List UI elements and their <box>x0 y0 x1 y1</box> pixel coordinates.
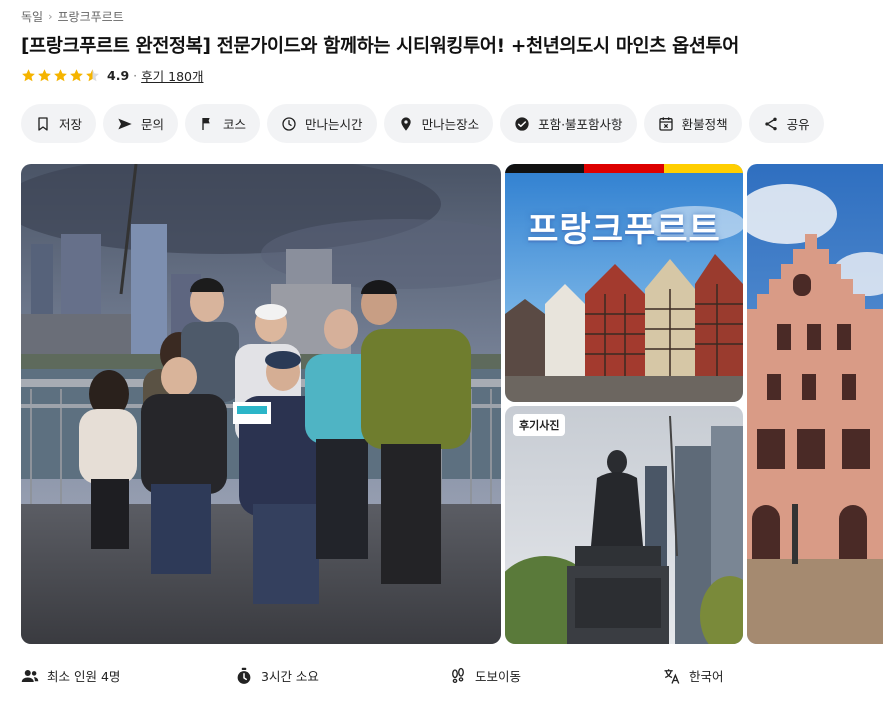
separator: · <box>133 68 138 83</box>
people-icon <box>21 667 39 685</box>
review-photo-badge: 후기사진 <box>513 414 566 436</box>
info-label: 한국어 <box>689 669 724 684</box>
language: 한국어 <box>663 666 724 685</box>
min-participants: 최소 인원 4명 <box>21 666 120 685</box>
review-count-link[interactable]: 후기 180개 <box>141 66 203 85</box>
save-button[interactable]: 저장 <box>21 104 97 143</box>
chip-label: 코스 <box>223 117 247 132</box>
romer-building-photo[interactable] <box>747 164 883 644</box>
share-icon <box>763 116 779 132</box>
frankfurt-banner-photo[interactable]: 프랑크푸르트 <box>505 164 743 402</box>
chip-label: 포함·불포함사항 <box>538 117 623 132</box>
banner-text: 프랑크푸르트 <box>527 210 721 250</box>
flag-stripe-black <box>505 164 584 173</box>
rating-summary: 4.9 · 후기 180개 <box>21 66 203 85</box>
chip-label: 저장 <box>59 117 83 132</box>
star-icon <box>37 68 52 83</box>
stopwatch-icon <box>235 667 253 685</box>
chip-label: 문의 <box>141 117 165 132</box>
rating-value: 4.9 <box>107 68 130 83</box>
info-label: 최소 인원 4명 <box>47 669 121 684</box>
share-button[interactable]: 공유 <box>748 104 824 143</box>
meeting-place-button[interactable]: 만나는장소 <box>383 104 494 143</box>
star-icon <box>69 68 84 83</box>
clock-icon <box>281 116 297 132</box>
breadcrumb-city[interactable]: 프랑크푸르트 <box>58 8 124 25</box>
review-photo-statue[interactable]: 후기사진 <box>505 406 743 644</box>
page-title: [프랑크푸르트 완전정복] 전문가이드와 함께하는 시티워킹투어! +천년의도시… <box>21 36 739 57</box>
inquiry-button[interactable]: 문의 <box>103 104 179 143</box>
info-label: 3시간 소요 <box>261 669 319 684</box>
star-icon <box>21 68 36 83</box>
duration: 3시간 소요 <box>235 666 319 685</box>
star-rating <box>21 68 101 83</box>
location-pin-icon <box>398 116 414 132</box>
transport-mode: 도보이동 <box>449 666 521 685</box>
action-chips: 저장 문의 코스 만나는시간 만나는장소 포함·불포함사항 환불정책 공유 <box>21 104 831 143</box>
chip-label: 환불정책 <box>681 117 728 132</box>
footprints-icon <box>449 667 467 685</box>
flag-stripe-red <box>584 164 664 173</box>
inclusions-button[interactable]: 포함·불포함사항 <box>500 104 637 143</box>
half-star-icon <box>85 68 100 83</box>
calendar-x-icon <box>658 116 674 132</box>
course-button[interactable]: 코스 <box>185 104 261 143</box>
breadcrumb: 독일 › 프랑크푸르트 <box>21 8 124 25</box>
main-photo-group-tour[interactable] <box>21 164 501 644</box>
refund-policy-button[interactable]: 환불정책 <box>643 104 742 143</box>
chip-label: 만나는시간 <box>305 117 363 132</box>
check-circle-icon <box>514 116 530 132</box>
info-label: 도보이동 <box>475 669 522 684</box>
chip-label: 만나는장소 <box>421 117 480 132</box>
translate-icon <box>663 667 681 685</box>
star-icon <box>53 68 68 83</box>
flag-icon <box>199 116 215 132</box>
chevron-right-icon: › <box>48 10 53 23</box>
bookmark-icon <box>35 116 51 132</box>
flag-stripe-gold <box>664 164 743 173</box>
meeting-time-button[interactable]: 만나는시간 <box>267 104 377 143</box>
chip-label: 공유 <box>786 117 810 132</box>
breadcrumb-country[interactable]: 독일 <box>21 8 43 25</box>
send-icon <box>117 116 133 132</box>
